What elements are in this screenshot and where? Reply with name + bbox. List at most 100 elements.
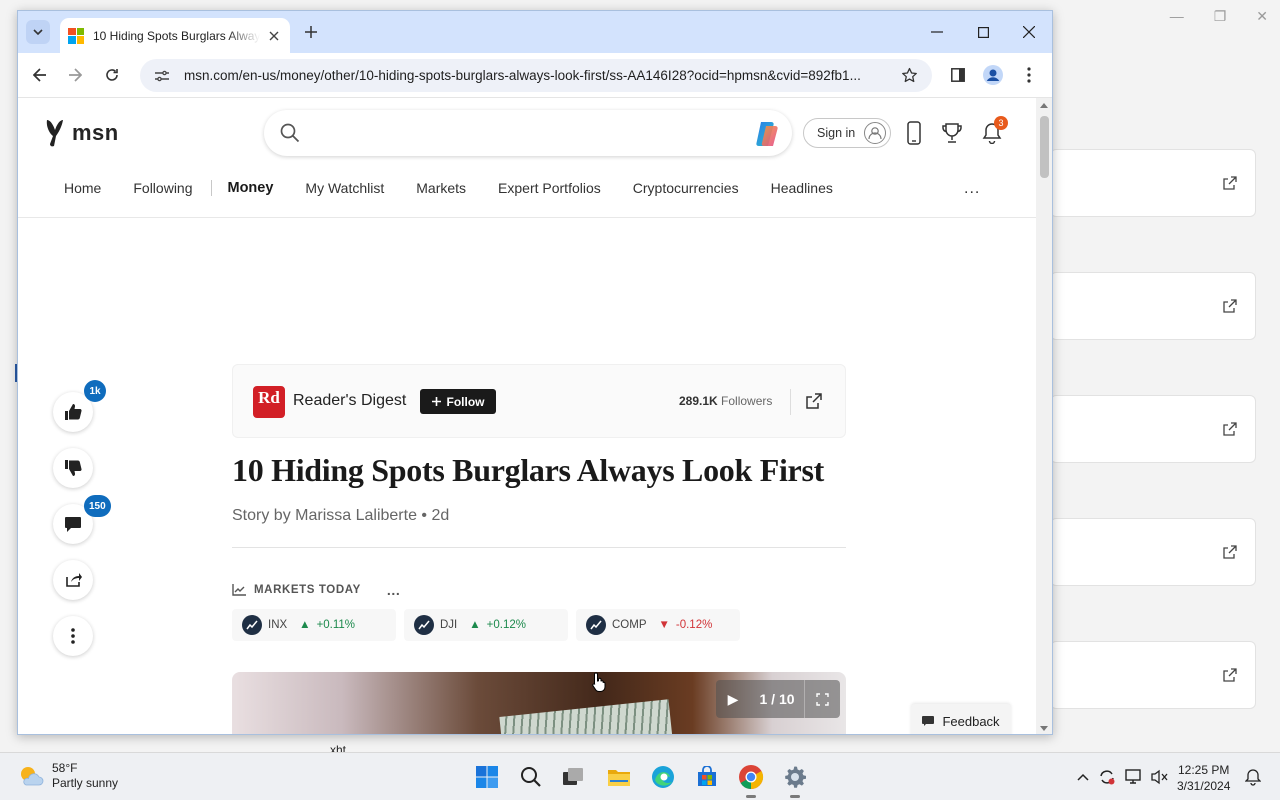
- file-explorer-icon[interactable]: [604, 762, 634, 792]
- sign-in-label: Sign in: [817, 126, 856, 140]
- nav-more-button[interactable]: ...: [964, 180, 980, 198]
- windows-taskbar: 58°F Partly sunny 12:25 PM 3/31/2024: [0, 752, 1280, 800]
- background-restore-icon[interactable]: ❐: [1214, 8, 1227, 25]
- chrome-taskbar-icon[interactable]: [736, 762, 766, 798]
- ticker-name: INX: [268, 619, 288, 631]
- active-tab[interactable]: 10 Hiding Spots Burglars Always Look Fir…: [60, 18, 290, 53]
- feedback-button[interactable]: Feedback: [911, 704, 1011, 734]
- microsoft-favicon-icon: [68, 27, 84, 44]
- share-button[interactable]: [53, 560, 93, 600]
- taskbar-clock[interactable]: 12:25 PM 3/31/2024: [1177, 762, 1230, 794]
- nav-item-expert-portfolios[interactable]: Expert Portfolios: [498, 180, 601, 196]
- site-info-icon[interactable]: [152, 66, 172, 86]
- start-windows-icon[interactable]: [472, 762, 502, 792]
- dislike-button[interactable]: [53, 448, 93, 488]
- active-app-indicator: [746, 795, 756, 798]
- ticker-inx[interactable]: INX ▲ +0.11%: [232, 609, 396, 641]
- browser-toolbar: msn.com/en-us/money/other/10-hiding-spot…: [18, 53, 1052, 98]
- markets-more-button[interactable]: ...: [387, 582, 400, 598]
- reload-icon[interactable]: [101, 64, 123, 86]
- ticker-comp[interactable]: COMP ▼ -0.12%: [576, 609, 740, 641]
- tab-search-button[interactable]: [26, 20, 50, 44]
- like-count-badge: 1k: [84, 380, 106, 402]
- open-external-icon: [1223, 422, 1237, 436]
- msn-logo[interactable]: msn: [42, 116, 119, 150]
- thumbs-down-icon: [65, 460, 82, 476]
- back-arrow-icon[interactable]: [29, 64, 51, 86]
- followers-label: Followers: [721, 394, 773, 408]
- play-icon[interactable]: ▶: [716, 691, 750, 708]
- open-external-icon: [1223, 545, 1237, 559]
- microsoft-store-icon[interactable]: [692, 762, 722, 792]
- msn-category-nav: Home Following Money My Watchlist Market…: [64, 180, 865, 196]
- sign-in-button[interactable]: Sign in: [803, 118, 891, 148]
- taskbar-search-icon[interactable]: [516, 762, 546, 792]
- partly-sunny-icon: [21, 767, 44, 786]
- nav-item-money[interactable]: Money: [228, 180, 274, 196]
- url-text: msn.com/en-us/money/other/10-hiding-spot…: [184, 68, 861, 83]
- ticker-change: +0.11%: [316, 619, 356, 631]
- feedback-label: Feedback: [942, 713, 1000, 729]
- feedback-icon: [922, 716, 935, 726]
- background-card[interactable]: [1050, 641, 1256, 709]
- network-icon[interactable]: [1124, 767, 1144, 787]
- close-window-icon[interactable]: [1018, 21, 1040, 43]
- scroll-down-arrow-icon[interactable]: [1040, 726, 1048, 731]
- profile-avatar-icon[interactable]: [982, 64, 1004, 86]
- notification-center-icon[interactable]: [1243, 767, 1263, 787]
- mobile-app-icon[interactable]: [902, 120, 926, 146]
- nav-item-home[interactable]: Home: [64, 180, 101, 196]
- background-close-icon[interactable]: ✕: [1256, 8, 1268, 25]
- weather-widget[interactable]: 58°F Partly sunny: [18, 761, 118, 791]
- msn-search-box[interactable]: [264, 110, 792, 156]
- msn-logo-text: msn: [72, 120, 119, 145]
- open-publisher-external-icon[interactable]: [805, 392, 823, 410]
- chevron-down-icon: [33, 29, 43, 35]
- address-bar[interactable]: msn.com/en-us/money/other/10-hiding-spot…: [140, 59, 932, 92]
- background-card[interactable]: [1050, 518, 1256, 586]
- edge-browser-icon[interactable]: [648, 762, 678, 792]
- scroll-up-arrow-icon[interactable]: [1040, 103, 1048, 108]
- background-card[interactable]: [1050, 149, 1256, 217]
- background-card[interactable]: [1050, 272, 1256, 340]
- minimize-icon[interactable]: [926, 21, 948, 43]
- publisher-divider: [790, 389, 791, 415]
- followers-number: 289.1K: [679, 394, 718, 408]
- sync-status-icon[interactable]: [1097, 767, 1117, 787]
- scroll-thumb[interactable]: [1040, 116, 1049, 178]
- bookmark-star-icon[interactable]: [898, 65, 920, 87]
- background-card[interactable]: [1050, 395, 1256, 463]
- tab-close-icon[interactable]: [266, 28, 282, 44]
- follow-button[interactable]: Follow: [420, 389, 496, 414]
- chrome-menu-icon[interactable]: [1018, 64, 1040, 86]
- nav-item-headlines[interactable]: Headlines: [771, 180, 833, 196]
- nav-item-cryptocurrencies[interactable]: Cryptocurrencies: [633, 180, 739, 196]
- publisher-logo-text: Rd: [258, 388, 280, 407]
- nav-item-following[interactable]: Following: [133, 180, 192, 196]
- forward-arrow-icon[interactable]: [64, 64, 86, 86]
- notifications-bell-icon[interactable]: 3: [980, 116, 1008, 146]
- page-scrollbar[interactable]: [1036, 98, 1052, 734]
- readers-digest-logo[interactable]: Rd: [253, 386, 285, 418]
- maximize-icon[interactable]: [972, 21, 994, 43]
- publisher-name[interactable]: Reader's Digest: [293, 392, 406, 410]
- new-tab-plus-icon[interactable]: [301, 22, 321, 42]
- copilot-icon[interactable]: [752, 119, 782, 149]
- settings-gear-icon[interactable]: [780, 762, 810, 798]
- task-view-icon[interactable]: [558, 762, 588, 792]
- notification-count-badge: 3: [994, 116, 1008, 130]
- nav-item-my-watchlist[interactable]: My Watchlist: [305, 180, 384, 196]
- nav-item-markets[interactable]: Markets: [416, 180, 466, 196]
- volume-muted-icon[interactable]: [1150, 767, 1170, 787]
- rewards-trophy-icon[interactable]: [940, 120, 964, 146]
- fullscreen-icon[interactable]: [804, 680, 840, 718]
- tray-overflow-chevron-icon[interactable]: [1073, 767, 1093, 787]
- slideshow-controls: ▶ 1 / 10: [716, 680, 840, 718]
- slideshow-hero-image[interactable]: ▶ 1 / 10: [232, 672, 846, 734]
- follow-label: Follow: [446, 394, 485, 409]
- side-panel-icon[interactable]: [947, 64, 969, 86]
- ticker-dji[interactable]: DJI ▲ +0.12%: [404, 609, 568, 641]
- chrome-window: 10 Hiding Spots Burglars Always Look Fir…: [17, 10, 1053, 735]
- more-options-button[interactable]: [53, 616, 93, 656]
- background-minimize-icon[interactable]: —: [1170, 8, 1184, 25]
